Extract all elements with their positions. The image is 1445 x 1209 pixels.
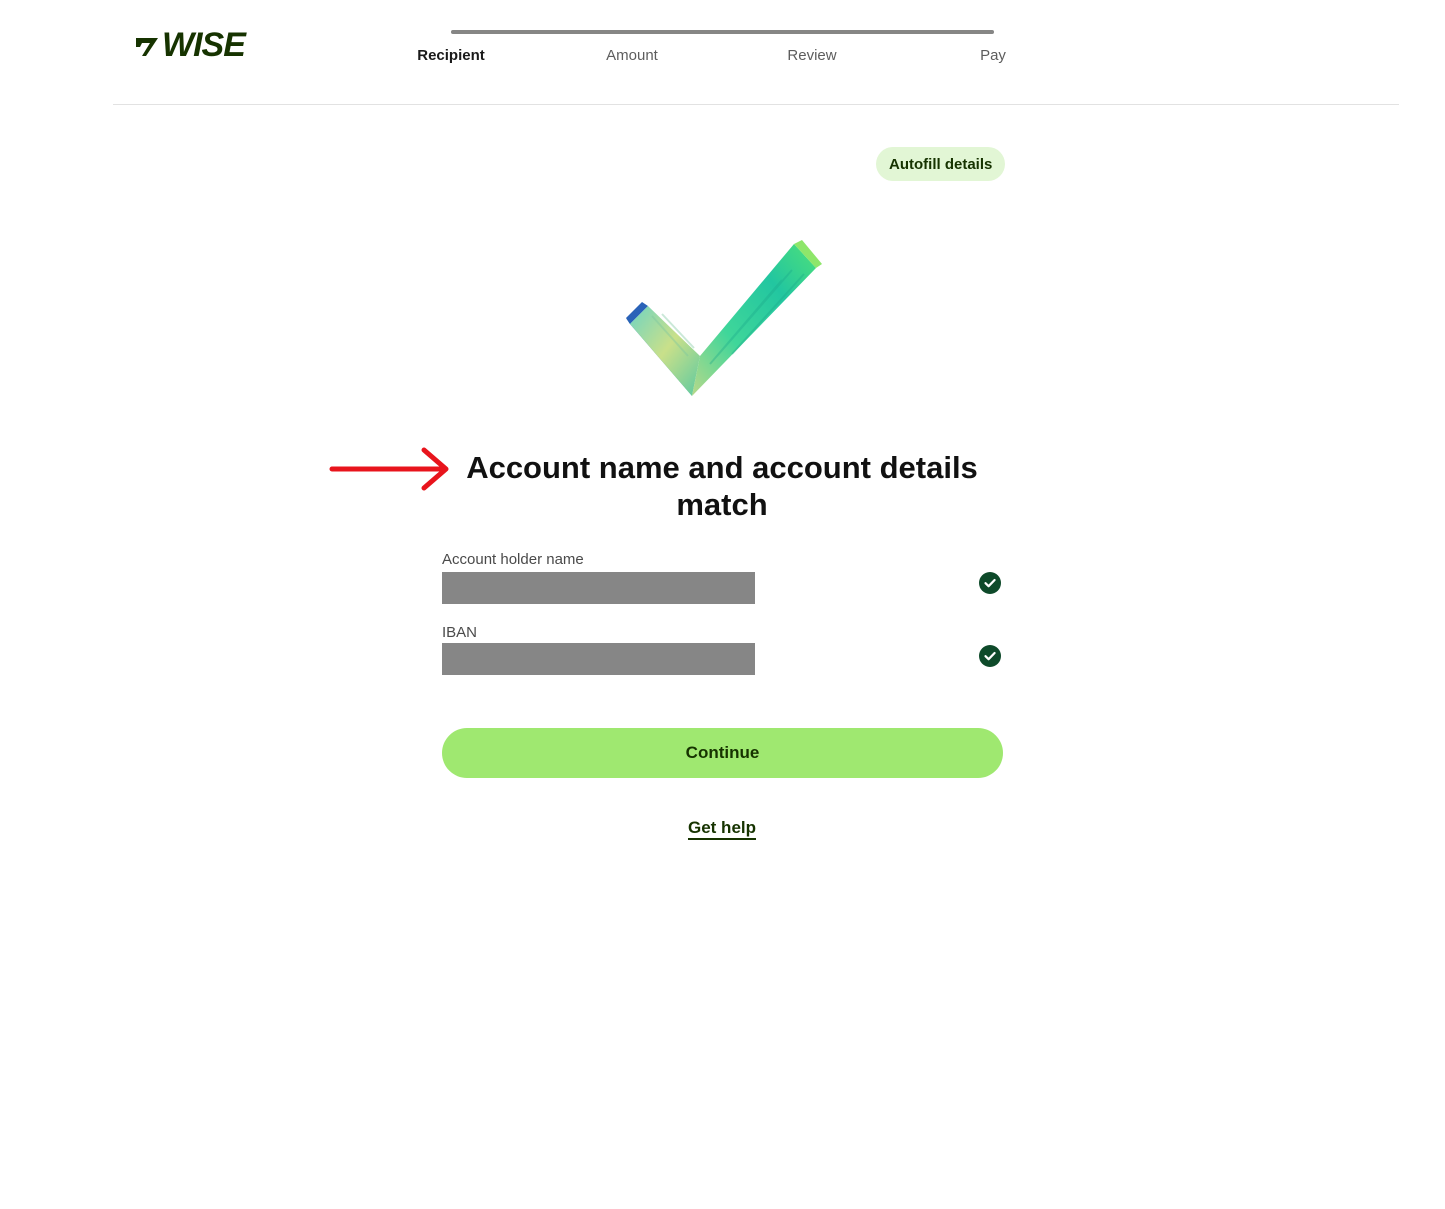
check-circle-icon (979, 645, 1001, 667)
iban-label: IBAN (442, 624, 478, 641)
autofill-details-button[interactable]: Autofill details (876, 147, 1006, 181)
page: WISE Recipient Amount Review Pay Autofil… (0, 0, 1445, 1209)
step-recipient: Recipient (417, 47, 485, 64)
check-circle-icon (979, 572, 1001, 594)
wise-flag-icon (136, 38, 158, 56)
step-review: Review (787, 47, 837, 64)
page-title: Account name and account details match (466, 450, 978, 522)
continue-button[interactable]: Continue (442, 728, 1003, 778)
wise-wordmark: WISE (162, 26, 246, 64)
progress-track (451, 30, 994, 34)
wise-logo[interactable]: WISE (134, 26, 246, 64)
get-help-link[interactable]: Get help (688, 818, 756, 838)
step-amount: Amount (606, 47, 658, 64)
checkmark-illustration (626, 240, 822, 396)
step-pay: Pay (980, 47, 1006, 64)
header-divider (113, 104, 1399, 105)
progress-fill (451, 30, 994, 34)
account-holder-name-label: Account holder name (442, 551, 584, 568)
account-holder-name-value (442, 572, 755, 604)
iban-value (442, 643, 755, 675)
